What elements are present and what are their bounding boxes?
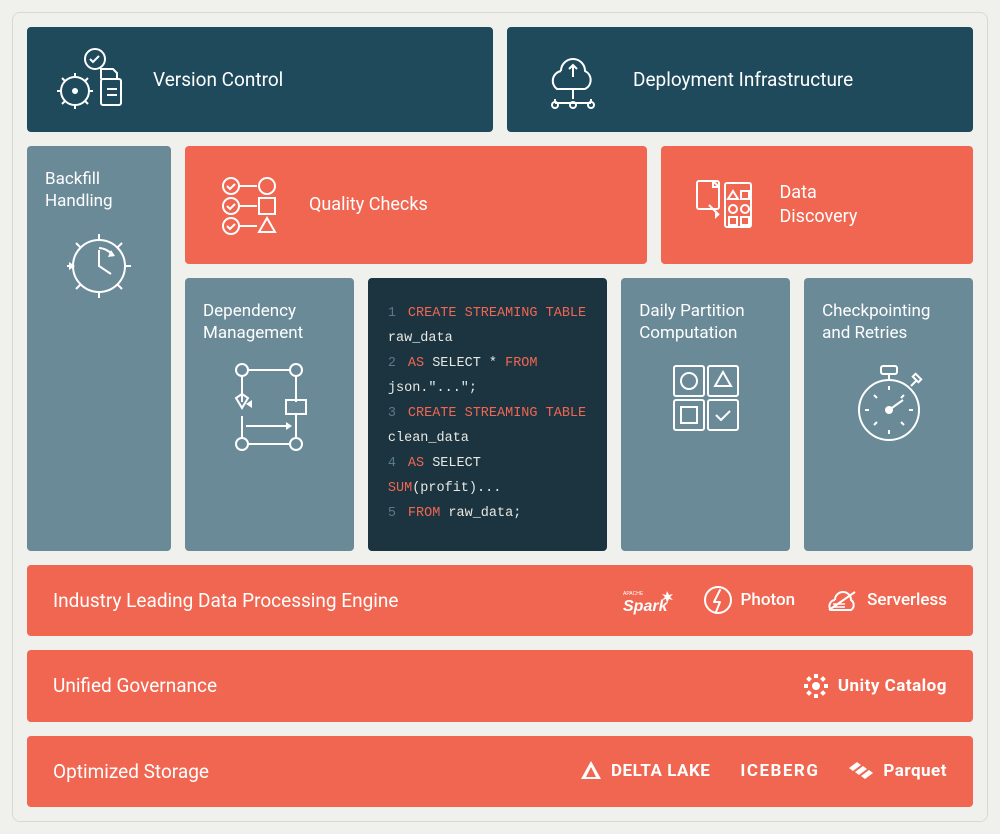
- delta-lake-logo: DELTA LAKE: [579, 759, 710, 783]
- mid-inner-row: Dependency Management: [185, 278, 973, 551]
- data-discovery-card: Data Discovery: [661, 146, 973, 264]
- storage-row: Optimized Storage DELTA LAKE ICEBERG Par…: [27, 736, 973, 807]
- processing-logos: APACHE Spark Photon Serverless: [623, 585, 947, 615]
- orange-top-row: Quality Checks Data: [185, 146, 973, 264]
- mid-row: Backfill Handling: [27, 146, 973, 551]
- main-col: Quality Checks Data: [185, 146, 973, 551]
- serverless-icon: [825, 586, 859, 614]
- governance-title: Unified Governance: [53, 674, 217, 697]
- governance-logos: Unity Catalog: [802, 672, 947, 700]
- checkpoint-label: Checkpointing and Retries: [822, 300, 955, 344]
- photon-icon: [703, 585, 733, 615]
- backfill-label: Backfill Handling: [45, 168, 153, 212]
- delta-lake-icon: [579, 759, 603, 783]
- delta-lake-text: DELTA LAKE: [611, 761, 710, 781]
- serverless-logo: Serverless: [825, 586, 947, 614]
- parquet-text: Parquet: [883, 761, 947, 781]
- quality-label: Quality Checks: [309, 193, 428, 216]
- storage-logos: DELTA LAKE ICEBERG Parquet: [579, 759, 947, 783]
- iceberg-logo: ICEBERG: [740, 761, 819, 781]
- deployment-card: Deployment Infrastructure: [507, 27, 973, 132]
- dependency-card: Dependency Management: [185, 278, 354, 551]
- parquet-icon: [849, 760, 875, 782]
- version-control-card: Version Control: [27, 27, 493, 132]
- partition-label: Daily Partition Computation: [639, 300, 772, 344]
- partition-card: Daily Partition Computation: [621, 278, 790, 551]
- photon-logo: Photon: [703, 585, 796, 615]
- deployment-icon: [537, 47, 609, 111]
- dependency-icon: [224, 358, 314, 458]
- deployment-label: Deployment Infrastructure: [633, 68, 853, 91]
- top-row: Version Control Deployment Infrastructur…: [27, 27, 973, 132]
- quality-checks-icon: [215, 170, 285, 240]
- spark-icon: APACHE Spark: [623, 585, 673, 615]
- backfill-icon: [59, 226, 139, 306]
- unity-catalog-text: Unity Catalog: [838, 676, 947, 696]
- unity-catalog-logo: Unity Catalog: [802, 672, 947, 700]
- checkpoint-card: Checkpointing and Retries: [804, 278, 973, 551]
- storage-title: Optimized Storage: [53, 760, 209, 783]
- spark-logo: APACHE Spark: [623, 585, 673, 615]
- dependency-label: Dependency Management: [203, 300, 336, 344]
- svg-text:Spark: Spark: [623, 598, 669, 615]
- serverless-text: Serverless: [867, 590, 947, 610]
- iceberg-text: ICEBERG: [740, 761, 819, 781]
- svg-text:APACHE: APACHE: [623, 591, 644, 597]
- parquet-logo: Parquet: [849, 760, 947, 782]
- version-control-label: Version Control: [153, 68, 283, 91]
- partition-icon: [666, 358, 746, 438]
- discovery-label: Data Discovery: [779, 181, 857, 228]
- processing-title: Industry Leading Data Processing Engine: [53, 589, 398, 612]
- backfill-card: Backfill Handling: [27, 146, 171, 551]
- quality-checks-card: Quality Checks: [185, 146, 647, 264]
- photon-text: Photon: [741, 590, 796, 610]
- processing-row: Industry Leading Data Processing Engine …: [27, 565, 973, 636]
- architecture-diagram: Version Control Deployment Infrastructur…: [12, 12, 988, 822]
- checkpoint-icon: [849, 358, 929, 448]
- discovery-icon: [691, 175, 755, 235]
- version-control-icon: [57, 47, 129, 111]
- code-sample: 1CREATE STREAMING TABLE raw_data2AS SELE…: [368, 278, 607, 551]
- unity-catalog-icon: [802, 672, 830, 700]
- governance-row: Unified Governance Unity Catalog: [27, 650, 973, 721]
